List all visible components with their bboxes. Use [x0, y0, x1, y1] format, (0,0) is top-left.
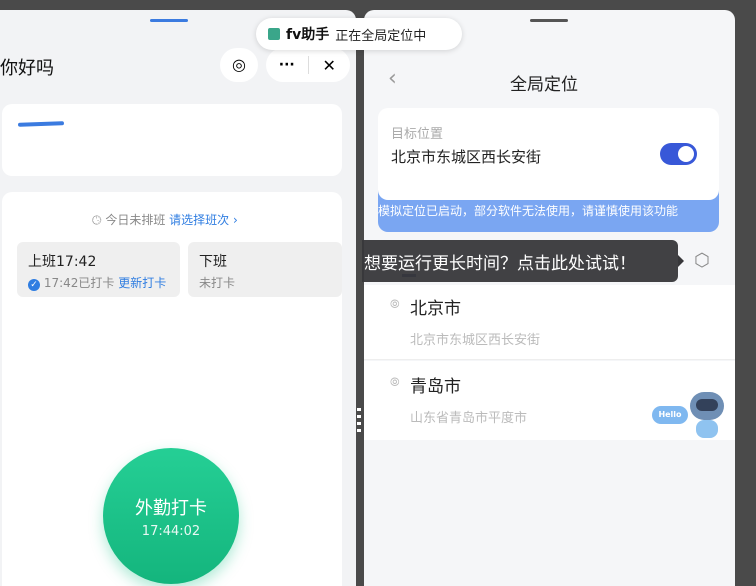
robot-icon [690, 392, 724, 420]
shift-out-box[interactable]: 下班 未打卡 [188, 242, 342, 297]
location-toggle[interactable] [660, 143, 697, 165]
redacted-mark [17, 121, 65, 127]
close-icon[interactable]: ✕ [309, 56, 351, 75]
more-icon[interactable]: ··· [266, 57, 308, 73]
location-name: 青岛市 [410, 377, 461, 397]
split-drag-handle[interactable] [357, 408, 361, 434]
tooltip[interactable]: 想要运行更长时间？点击此处试试！ [362, 240, 684, 282]
punch-card: 🕓︎ 今日未排班 请选择班次 › 上班17:42 ✓ 17:42已打卡 更新打卡… [2, 192, 342, 586]
shift-out-status: 未打卡 [199, 276, 236, 290]
pin-icon: ⦾ [390, 375, 400, 389]
schedule-row: 🕓︎ 今日未排班 请选择班次 › [92, 211, 238, 228]
capsule-menu: ··· ✕ [266, 48, 350, 82]
window-handle[interactable] [150, 19, 188, 22]
shift-out-label: 下班 [199, 254, 227, 270]
pin-icon: ⦾ [390, 297, 400, 311]
page-title: 全局定位 [510, 75, 578, 95]
window-handle[interactable] [530, 19, 568, 22]
right-app-window: ‹ 全局定位 模拟定位已启动，部分软件无法使用，请谨慎使用该功能 目标位置 北京… [364, 10, 735, 586]
location-name: 北京市 [410, 299, 461, 319]
toast-message: 正在全局定位中 [335, 28, 427, 44]
user-card [2, 104, 342, 176]
target-card: 目标位置 北京市东城区西长安街 [378, 108, 719, 200]
app-icon [268, 28, 280, 40]
field-punch-button[interactable]: 外勤打卡 17:44:02 [103, 448, 239, 584]
location-address: 山东省青岛市平度市 [410, 411, 528, 426]
update-punch-link[interactable]: 更新打卡 [118, 276, 166, 290]
settings-icon[interactable]: ⬡ [694, 250, 710, 271]
page-title: 你好吗 [0, 58, 54, 79]
status-bar [0, 0, 756, 10]
robot-bubble: Hello [652, 406, 688, 424]
target-value: 北京市东城区西长安街 [391, 148, 542, 166]
global-location-toast[interactable]: fv助手 正在全局定位中 [256, 18, 462, 50]
select-shift-link[interactable]: 请选择班次 › [169, 213, 238, 227]
shift-in-box[interactable]: 上班17:42 ✓ 17:42已打卡 更新打卡 [17, 242, 180, 297]
shift-in-label: 上班17:42 [28, 254, 97, 270]
schedule-text: 今日未排班 [105, 213, 166, 227]
shift-in-status: ✓ 17:42已打卡 更新打卡 [28, 274, 166, 291]
target-icon: ◎ [232, 55, 246, 74]
toast-app-name: fv助手 [286, 27, 330, 43]
robot-assistant[interactable]: Hello [650, 392, 730, 452]
check-icon: ✓ [28, 279, 40, 291]
back-icon[interactable]: ‹ [388, 66, 397, 91]
location-address: 北京市东城区西长安街 [410, 333, 541, 348]
target-icon-button[interactable]: ◎ [220, 48, 258, 82]
target-label: 目标位置 [391, 127, 444, 142]
left-app-window: 你好吗 ◎ ··· ✕ 🕓︎ 今日未排班 请选择班次 › 上班17:42 ✓ 1… [0, 10, 356, 586]
clock-icon: 🕓︎ [92, 213, 102, 227]
location-item[interactable]: ⦾ 北京市 北京市东城区西长安街 [364, 285, 735, 360]
